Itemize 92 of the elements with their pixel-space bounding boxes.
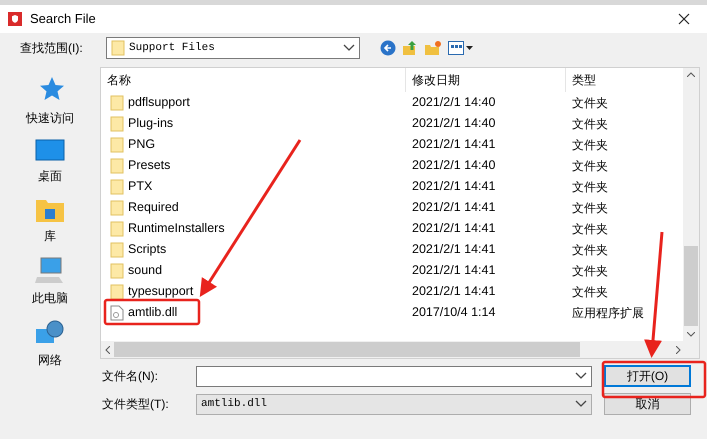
column-header[interactable]: 类型 bbox=[566, 68, 683, 92]
file-name: RuntimeInstallers bbox=[128, 220, 225, 238]
file-row[interactable]: sound 2021/2/1 14:41 文件夹 bbox=[101, 260, 683, 281]
folder-icon bbox=[111, 40, 125, 56]
scrollbar-thumb[interactable] bbox=[114, 342, 580, 357]
file-row[interactable]: Plug-ins 2021/2/1 14:40 文件夹 bbox=[101, 113, 683, 134]
file-row[interactable]: typesupport 2021/2/1 14:41 文件夹 bbox=[101, 281, 683, 302]
file-name: pdflsupport bbox=[128, 94, 190, 112]
view-menu-button[interactable] bbox=[448, 41, 473, 55]
file-type: 文件夹 bbox=[571, 200, 609, 216]
look-in-value: Support Files bbox=[129, 40, 216, 56]
modified-date: 2021/2/1 14:41 bbox=[411, 136, 496, 154]
file-type: 文件夹 bbox=[571, 94, 609, 112]
file-row[interactable]: PNG 2021/2/1 14:41 文件夹 bbox=[101, 134, 683, 155]
file-row[interactable]: RuntimeInstallers 2021/2/1 14:41 文件夹 bbox=[101, 218, 683, 239]
file-type: 文件夹 bbox=[571, 158, 609, 174]
file-name: PNG bbox=[128, 136, 156, 154]
sidebar-item[interactable]: 快速访问 bbox=[10, 75, 90, 127]
scroll-down-icon bbox=[687, 332, 695, 337]
dropdown-chevron-icon bbox=[343, 44, 355, 52]
file-name: amtlib.dll bbox=[128, 304, 178, 322]
file-name: typesupport bbox=[128, 283, 194, 300]
file-row[interactable]: Required 2021/2/1 14:41 文件夹 bbox=[101, 197, 683, 218]
file-type: 文件夹 bbox=[571, 220, 609, 238]
folder-icon bbox=[110, 136, 124, 152]
folder-icon bbox=[110, 158, 124, 174]
computer-icon bbox=[35, 257, 65, 285]
modified-date: 2021/2/1 14:41 bbox=[411, 178, 496, 196]
new-folder-icon[interactable] bbox=[424, 40, 442, 56]
sidebar-item[interactable]: 桌面 bbox=[10, 139, 90, 185]
grid-view-icon bbox=[448, 41, 464, 55]
file-type-dropdown[interactable]: amtlib.dll bbox=[196, 394, 592, 414]
file-type: 应用程序扩展 bbox=[571, 304, 645, 322]
file-name-label: 文件名(N): bbox=[102, 368, 159, 385]
folder-icon bbox=[110, 200, 124, 216]
file-type-label: 文件类型(T): bbox=[102, 396, 170, 413]
file-name: Presets bbox=[128, 157, 170, 174]
modified-date: 2021/2/1 14:41 bbox=[411, 220, 496, 238]
file-row[interactable]: amtlib.dll 2017/10/4 1:14 应用程序扩展 bbox=[101, 302, 683, 323]
modified-date: 2021/2/1 14:41 bbox=[411, 262, 496, 280]
folder-icon bbox=[110, 116, 124, 132]
vertical-scrollbar[interactable] bbox=[683, 68, 699, 341]
file-row[interactable]: Scripts 2021/2/1 14:41 文件夹 bbox=[101, 239, 683, 260]
modified-date: 2021/2/1 14:40 bbox=[411, 94, 496, 112]
file-name: Plug-ins bbox=[128, 115, 174, 132]
scroll-up-icon bbox=[687, 72, 695, 77]
file-row[interactable]: PTX 2021/2/1 14:41 文件夹 bbox=[101, 176, 683, 197]
close-icon bbox=[678, 13, 690, 25]
file-name: Scripts bbox=[128, 241, 166, 258]
caret-icon bbox=[466, 46, 473, 50]
folder-icon bbox=[110, 178, 124, 194]
look-in-dropdown[interactable]: Support Files bbox=[106, 37, 360, 59]
modified-date: 2021/2/1 14:41 bbox=[411, 283, 496, 300]
app-shield-icon bbox=[8, 12, 22, 26]
desktop-icon bbox=[35, 139, 65, 163]
open-button[interactable]: 打开(O) bbox=[604, 365, 691, 387]
up-folder-icon[interactable] bbox=[402, 40, 418, 56]
file-name: Required bbox=[128, 199, 179, 216]
sidebar-item[interactable]: 此电脑 bbox=[10, 257, 90, 307]
folder-icon bbox=[110, 220, 124, 236]
folder-icon bbox=[110, 242, 124, 258]
look-in-label: 查找范围(I): bbox=[20, 40, 84, 57]
scroll-left-icon bbox=[105, 346, 110, 354]
modified-date: 2021/2/1 14:40 bbox=[411, 115, 496, 132]
file-row[interactable]: pdflsupport 2021/2/1 14:40 文件夹 bbox=[101, 92, 683, 113]
file-type: 文件夹 bbox=[571, 178, 609, 196]
file-name: PTX bbox=[128, 178, 152, 196]
file-name: sound bbox=[128, 262, 162, 280]
folder-icon bbox=[110, 262, 124, 278]
file-type: 文件夹 bbox=[571, 116, 609, 132]
file-row[interactable]: Presets 2021/2/1 14:40 文件夹 bbox=[101, 155, 683, 176]
file-type: 文件夹 bbox=[571, 262, 609, 280]
file-type: 文件夹 bbox=[571, 136, 609, 154]
column-header[interactable]: 名称 bbox=[101, 68, 406, 92]
sidebar-item[interactable]: 网络 bbox=[10, 319, 90, 369]
scroll-right-icon bbox=[676, 346, 681, 354]
column-header[interactable]: 修改日期 bbox=[406, 68, 566, 92]
folder-icon bbox=[110, 94, 124, 110]
modified-date: 2021/2/1 14:41 bbox=[411, 199, 496, 216]
modified-date: 2017/10/4 1:14 bbox=[411, 304, 496, 322]
file-type: 文件夹 bbox=[571, 284, 609, 300]
modified-date: 2021/2/1 14:41 bbox=[411, 241, 496, 258]
library-folder-icon bbox=[35, 197, 65, 223]
window-title: Search File bbox=[30, 10, 97, 28]
dropdown-chevron-icon bbox=[575, 372, 587, 380]
dropdown-chevron-icon bbox=[575, 400, 587, 408]
file-icon bbox=[110, 304, 124, 320]
file-type: 文件夹 bbox=[571, 242, 609, 258]
sidebar-item[interactable]: 库 bbox=[10, 197, 90, 245]
folder-icon bbox=[110, 284, 124, 300]
scrollbar-thumb[interactable] bbox=[684, 246, 698, 326]
modified-date: 2021/2/1 14:40 bbox=[411, 157, 496, 174]
